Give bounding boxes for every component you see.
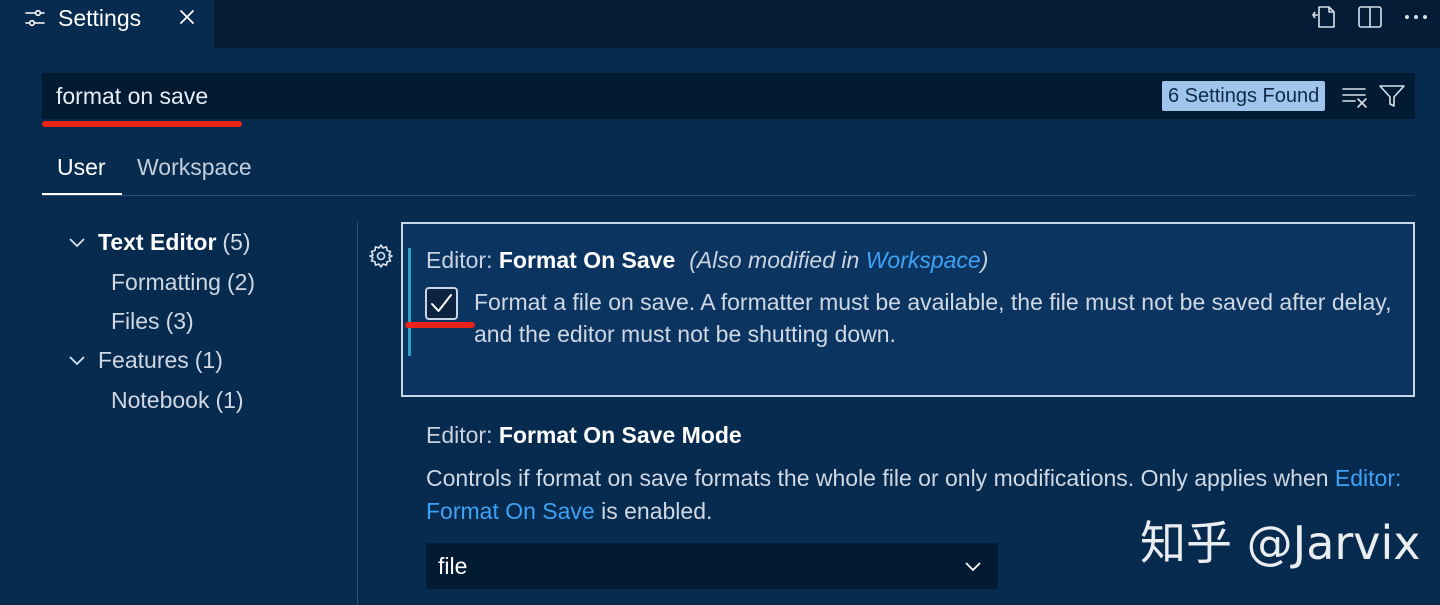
clear-filter-icon[interactable]: [1340, 82, 1370, 110]
description-text: is enabled.: [594, 498, 713, 524]
open-settings-json-icon: [1312, 6, 1335, 28]
tree-item-count: (1): [215, 386, 244, 413]
close-icon[interactable]: [176, 6, 198, 28]
setting-title: Editor: Format On Save (Also modified in …: [426, 245, 988, 275]
setting-name: Format On Save Mode: [498, 422, 742, 448]
watermark: 知乎 @Jarvix: [1140, 516, 1421, 570]
tree-item-label: Formatting: [111, 268, 221, 295]
editor-actions: [1310, 2, 1430, 32]
setting-category: Editor:: [426, 247, 499, 273]
settings-scope-tabs: User Workspace: [42, 140, 1415, 196]
split-editor-button[interactable]: [1356, 2, 1384, 32]
settings-tab[interactable]: Settings: [0, 0, 214, 48]
setting-name: Format On Save: [498, 247, 676, 273]
toc-divider[interactable]: [357, 222, 358, 605]
chevron-down-icon: [965, 562, 981, 572]
tree-item-label: Files: [111, 307, 160, 334]
format-on-save-checkbox[interactable]: [425, 287, 458, 320]
tab-title: Settings: [58, 5, 142, 31]
settings-found-badge: 6 Settings Found: [1162, 81, 1326, 111]
setting-title: Editor: Format On Save Mode: [426, 420, 742, 450]
modified-indicator: [408, 248, 411, 356]
chevron-down-icon: [69, 238, 85, 248]
checkbox-annotation-underline: [405, 322, 475, 328]
tree-item-label: Notebook: [111, 386, 210, 413]
tree-item-text-editor[interactable]: Text Editor (5): [66, 224, 251, 260]
more-actions-icon: [1405, 15, 1427, 19]
filter-icon[interactable]: [1378, 82, 1406, 110]
tree-item-notebook[interactable]: Notebook (1): [111, 382, 244, 418]
tab-workspace[interactable]: Workspace: [137, 152, 252, 182]
search-annotation-underline: [42, 121, 242, 127]
more-actions-button[interactable]: [1402, 2, 1430, 32]
check-icon: [431, 294, 452, 312]
tab-user[interactable]: User: [57, 152, 106, 182]
tree-item-count: (3): [165, 307, 194, 334]
format-on-save-mode-select[interactable]: file: [426, 543, 998, 589]
modified-in-workspace-link[interactable]: Workspace: [866, 247, 981, 273]
tree-item-files[interactable]: Files (3): [111, 303, 194, 339]
editor-tab-bar: Settings: [0, 0, 1440, 48]
gear-icon[interactable]: [368, 243, 394, 269]
tree-item-label: Features: [98, 346, 189, 373]
split-editor-icon: [1358, 6, 1382, 28]
modified-note-suffix: ): [980, 247, 989, 273]
tree-item-count: (2): [226, 268, 256, 295]
setting-description: Format a file on save. A formatter must …: [474, 289, 1392, 347]
tree-item-label: Text Editor: [98, 228, 217, 255]
open-settings-json-button[interactable]: [1310, 2, 1338, 32]
select-value: file: [438, 553, 468, 579]
tree-item-features[interactable]: Features (1): [66, 342, 223, 378]
tree-item-count: (1): [194, 346, 223, 373]
modified-note-prefix: (Also modified in: [689, 247, 866, 273]
tree-item-count: (5): [222, 228, 251, 255]
settings-sliders-icon: [25, 9, 45, 27]
settings-editor: Settings format on save 6 Settings Found…: [0, 0, 1440, 605]
chevron-down-icon: [69, 356, 85, 366]
description-text: Controls if format on save formats the w…: [426, 465, 1335, 491]
active-tab-indicator: [42, 193, 122, 195]
settings-search-input[interactable]: [42, 73, 1142, 119]
setting-category: Editor:: [426, 422, 499, 448]
tree-item-formatting[interactable]: Formatting (2): [111, 264, 255, 300]
